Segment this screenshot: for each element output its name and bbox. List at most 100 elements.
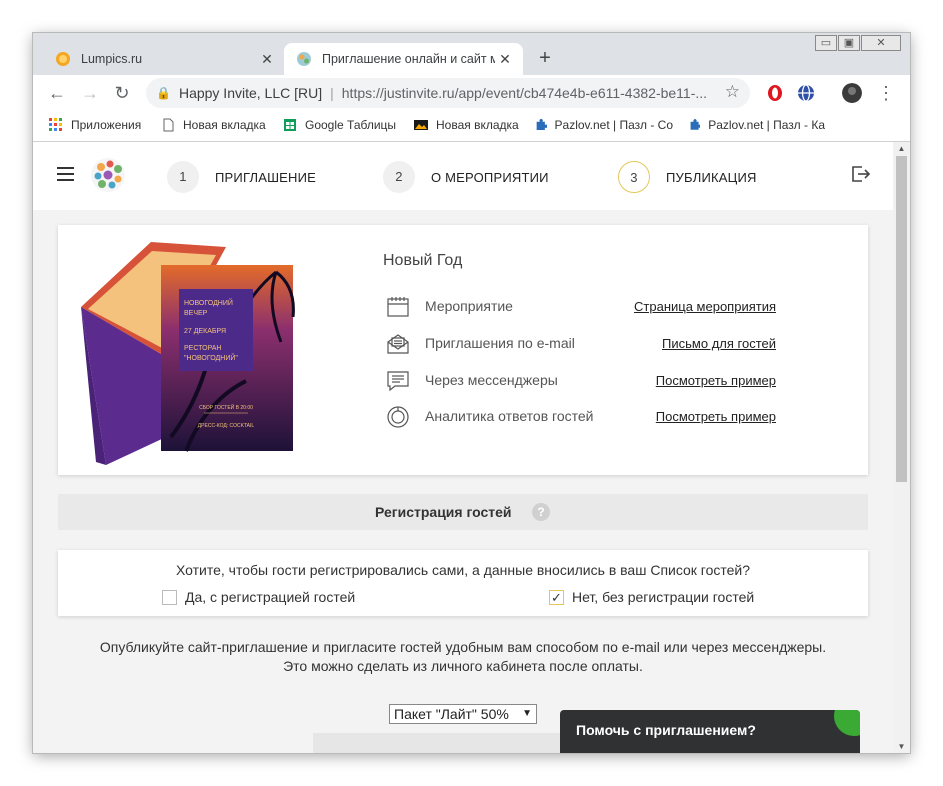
chat-badge-icon: [834, 710, 860, 736]
hamburger-menu-icon[interactable]: [57, 167, 74, 181]
vertical-scrollbar[interactable]: ▲ ▼: [893, 142, 910, 753]
close-window-button[interactable]: ✕: [861, 35, 901, 51]
step-number: 1: [167, 161, 199, 193]
sheets-icon: [284, 119, 296, 131]
minimize-button[interactable]: ▭: [815, 35, 837, 51]
new-tab-button[interactable]: +: [535, 47, 555, 69]
reload-icon[interactable]: ↻: [110, 81, 134, 105]
help-chat-widget[interactable]: Помочь с приглашением?: [560, 710, 860, 753]
app-header: 1 ПРИГЛАШЕНИЕ 2 О МЕРОПРИЯТИИ 3 ПУБЛИКАЦ…: [33, 142, 893, 210]
bookmark-apps[interactable]: Приложения: [49, 118, 141, 132]
card-line-1: НОВОГОДНИЙ: [184, 298, 233, 307]
card-line-4: РЕСТОРАН: [184, 345, 222, 352]
step-number: 2: [383, 161, 415, 193]
analytics-example-link[interactable]: Посмотреть пример: [656, 409, 776, 424]
step-label: ПРИГЛАШЕНИЕ: [215, 169, 317, 185]
menu-dots-icon[interactable]: ⋮: [874, 81, 898, 105]
bookmark-newtab-2[interactable]: Новая вкладка: [414, 118, 519, 132]
step-about-event[interactable]: 2 О МЕРОПРИЯТИИ: [383, 161, 549, 193]
publish-line-2: Это можно сделать из личного кабинета по…: [283, 658, 643, 674]
row-analytics: Аналитика ответов гостей Посмотреть прим…: [386, 405, 806, 429]
tab-close-icon[interactable]: ✕: [495, 51, 515, 68]
step-publication[interactable]: 3 ПУБЛИКАЦИЯ: [618, 161, 757, 193]
card-line-6: СБОР ГОСТЕЙ В 20:00: [199, 403, 253, 411]
bookmark-star-icon[interactable]: ☆: [725, 82, 740, 102]
package-select[interactable]: Пакет "Лайт" 50% ▼: [389, 704, 537, 724]
page-icon: [163, 118, 174, 132]
scrollbar-thumb[interactable]: [896, 156, 907, 482]
tab-close-icon[interactable]: ✕: [257, 51, 277, 68]
help-chat-label: Помочь с приглашением?: [576, 722, 756, 738]
profile-avatar-icon[interactable]: [842, 83, 862, 103]
bookmark-pazlov-2[interactable]: Pazlov.net | Пазл - Ка: [689, 118, 825, 132]
bookmark-google-sheets[interactable]: Google Таблицы: [283, 118, 396, 132]
bookmark-label: Google Таблицы: [305, 118, 397, 132]
maximize-button[interactable]: ▣: [838, 35, 860, 51]
row-label: Мероприятие: [425, 298, 513, 314]
checkbox-no-checked[interactable]: ✓: [549, 589, 564, 605]
puzzle-icon: [536, 118, 547, 130]
browser-window: Lumpics.ru ✕ Приглашение онлайн и сайт м…: [33, 33, 910, 753]
opera-extension-icon[interactable]: [765, 83, 785, 103]
tab-lumpics[interactable]: Lumpics.ru ✕: [43, 43, 285, 75]
logout-icon[interactable]: [848, 162, 872, 186]
option-with-registration[interactable]: Да, с регистрацией гостей: [162, 589, 355, 605]
back-icon[interactable]: ←: [45, 81, 69, 105]
row-messengers: Через мессенджеры Посмотреть пример: [386, 369, 806, 393]
card-line-3: 27 ДЕКАБРЯ: [184, 328, 226, 335]
tab-strip: Lumpics.ru ✕ Приглашение онлайн и сайт м…: [33, 33, 910, 75]
option-label: Нет, без регистрации гостей: [572, 589, 755, 605]
publish-line-1: Опубликуйте сайт-приглашение и пригласит…: [99, 639, 827, 655]
justinvite-favicon-icon: [297, 52, 311, 66]
row-label: Через мессенджеры: [425, 372, 558, 388]
tab-title: Приглашение онлайн и сайт ме: [322, 52, 495, 66]
envelope-icon: [387, 334, 409, 354]
invitation-envelope-image[interactable]: НОВОГОДНИЙ ВЕЧЕР 27 ДЕКАБРЯ РЕСТОРАН "НО…: [76, 237, 306, 465]
chat-icon: [387, 371, 409, 392]
package-select-value: Пакет "Лайт" 50%: [394, 706, 509, 722]
lock-icon: 🔒: [156, 86, 171, 100]
bookmark-pazlov-1[interactable]: Pazlov.net | Пазл - Со: [535, 118, 673, 132]
target-icon: [387, 406, 409, 428]
scroll-up-icon[interactable]: ▲: [893, 144, 910, 153]
checkbox-yes[interactable]: [162, 589, 177, 605]
lumpics-favicon-icon: [56, 52, 70, 66]
bookmark-newtab-1[interactable]: Новая вкладка: [161, 118, 266, 132]
registration-title: Регистрация гостей: [375, 504, 512, 520]
card-line-2: ВЕЧЕР: [184, 310, 208, 317]
url-text: https://justinvite.ru/app/event/cb474e4b…: [341, 85, 708, 101]
tab-justinvite[interactable]: Приглашение онлайн и сайт ме ✕: [284, 43, 523, 75]
globe-extension-icon[interactable]: [796, 83, 816, 103]
image-icon: [414, 120, 428, 130]
forward-icon[interactable]: →: [78, 81, 102, 105]
scroll-down-icon[interactable]: ▼: [893, 742, 910, 751]
event-page-link[interactable]: Страница мероприятия: [634, 299, 776, 314]
publish-info: Опубликуйте сайт-приглашение и пригласит…: [33, 638, 893, 676]
event-card: НОВОГОДНИЙ ВЕЧЕР 27 ДЕКАБРЯ РЕСТОРАН "НО…: [58, 225, 868, 475]
bookmark-label: Новая вкладка: [436, 118, 519, 132]
address-bar[interactable]: 🔒 Happy Invite, LLC [RU] | https://justi…: [146, 78, 750, 108]
messenger-example-link[interactable]: Посмотреть пример: [656, 373, 776, 388]
row-event-page: Мероприятие Страница мероприятия: [386, 295, 806, 319]
bookmark-label: Pazlov.net | Пазл - Ка: [708, 118, 825, 132]
separator: |: [330, 85, 334, 101]
card-line-7: ДРЕСС-КОД: COCKTAIL: [198, 423, 255, 429]
tab-title: Lumpics.ru: [81, 52, 143, 66]
row-label: Аналитика ответов гостей: [425, 408, 594, 424]
option-without-registration[interactable]: ✓ Нет, без регистрации гостей: [549, 589, 754, 605]
row-label: Приглашения по e-mail: [425, 335, 575, 351]
puzzle-icon: [690, 119, 701, 130]
bookmark-label: Pazlov.net | Пазл - Со: [554, 118, 673, 132]
guest-letter-link[interactable]: Письмо для гостей: [662, 336, 776, 351]
site-identity: Happy Invite, LLC [RU]: [178, 85, 323, 101]
justinvite-logo-icon[interactable]: [89, 156, 127, 194]
step-invitation[interactable]: 1 ПРИГЛАШЕНИЕ: [167, 161, 316, 193]
dropdown-arrow-icon: ▼: [522, 708, 532, 719]
apps-grid-icon: [49, 118, 62, 131]
bookmark-label: Новая вкладка: [183, 118, 266, 132]
event-title: Новый Год: [383, 252, 463, 269]
pay-button-area[interactable]: [313, 733, 573, 753]
card-line-5: "НОВОГОДНИЙ": [184, 353, 238, 362]
step-number: 3: [618, 161, 650, 193]
help-question-icon[interactable]: ?: [532, 503, 550, 521]
